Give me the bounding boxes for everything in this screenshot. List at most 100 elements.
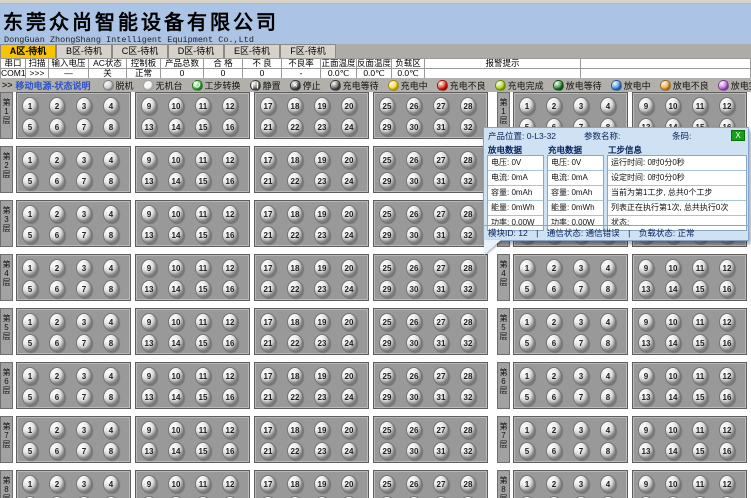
battery-cell[interactable]: 2: [49, 97, 65, 115]
battery-cell[interactable]: 16: [719, 280, 735, 298]
battery-cell[interactable]: 6: [49, 118, 65, 136]
battery-cell[interactable]: 10: [168, 367, 184, 385]
battery-cell[interactable]: 1: [22, 421, 38, 439]
battery-cell[interactable]: 8: [600, 280, 616, 298]
battery-cell[interactable]: 9: [141, 313, 157, 331]
battery-cell[interactable]: 16: [222, 388, 238, 406]
battery-cell[interactable]: 4: [103, 259, 119, 277]
battery-cell[interactable]: 7: [76, 172, 92, 190]
battery-cell[interactable]: 22: [287, 334, 303, 352]
battery-cell[interactable]: 10: [168, 205, 184, 223]
battery-cell[interactable]: 3: [76, 313, 92, 331]
battery-cell[interactable]: 22: [287, 442, 303, 460]
battery-cell[interactable]: 26: [406, 367, 422, 385]
battery-cell[interactable]: 28: [460, 421, 476, 439]
battery-cell[interactable]: 28: [460, 151, 476, 169]
battery-cell[interactable]: 3: [573, 259, 589, 277]
battery-cell[interactable]: 24: [341, 334, 357, 352]
battery-cell[interactable]: 11: [195, 475, 211, 493]
battery-cell[interactable]: 17: [260, 367, 276, 385]
battery-cell[interactable]: 24: [341, 226, 357, 244]
battery-cell[interactable]: 12: [222, 97, 238, 115]
battery-cell[interactable]: 10: [665, 259, 681, 277]
battery-cell[interactable]: 15: [692, 334, 708, 352]
battery-cell[interactable]: 21: [260, 388, 276, 406]
battery-cell[interactable]: 30: [406, 442, 422, 460]
battery-cell[interactable]: 28: [460, 97, 476, 115]
battery-cell[interactable]: 24: [341, 172, 357, 190]
battery-cell[interactable]: 28: [460, 259, 476, 277]
battery-cell[interactable]: 7: [76, 334, 92, 352]
battery-cell[interactable]: 21: [260, 226, 276, 244]
battery-cell[interactable]: 10: [168, 313, 184, 331]
battery-cell[interactable]: 7: [573, 388, 589, 406]
battery-cell[interactable]: 2: [546, 421, 562, 439]
battery-cell[interactable]: 20: [341, 151, 357, 169]
battery-cell[interactable]: 18: [287, 313, 303, 331]
battery-cell[interactable]: 21: [260, 442, 276, 460]
battery-cell[interactable]: 12: [719, 421, 735, 439]
battery-cell[interactable]: 6: [546, 280, 562, 298]
battery-cell[interactable]: 6: [546, 388, 562, 406]
battery-cell[interactable]: 24: [341, 118, 357, 136]
battery-cell[interactable]: 10: [168, 151, 184, 169]
battery-cell[interactable]: 4: [103, 421, 119, 439]
battery-cell[interactable]: 4: [103, 205, 119, 223]
battery-cell[interactable]: 16: [719, 334, 735, 352]
battery-cell[interactable]: 15: [195, 118, 211, 136]
battery-cell[interactable]: 9: [141, 97, 157, 115]
battery-cell[interactable]: 15: [692, 442, 708, 460]
battery-cell[interactable]: 22: [287, 118, 303, 136]
battery-cell[interactable]: 8: [600, 334, 616, 352]
battery-cell[interactable]: 23: [314, 118, 330, 136]
battery-cell[interactable]: 4: [600, 259, 616, 277]
battery-cell[interactable]: 17: [260, 151, 276, 169]
battery-cell[interactable]: 5: [519, 388, 535, 406]
battery-cell[interactable]: 1: [22, 475, 38, 493]
battery-cell[interactable]: 11: [692, 259, 708, 277]
battery-cell[interactable]: 10: [168, 259, 184, 277]
battery-cell[interactable]: 21: [260, 172, 276, 190]
battery-cell[interactable]: 6: [49, 442, 65, 460]
battery-cell[interactable]: 3: [76, 367, 92, 385]
battery-cell[interactable]: 31: [433, 442, 449, 460]
battery-cell[interactable]: 26: [406, 205, 422, 223]
battery-cell[interactable]: 10: [665, 97, 681, 115]
battery-cell[interactable]: 4: [103, 151, 119, 169]
battery-cell[interactable]: 9: [141, 475, 157, 493]
battery-cell[interactable]: 30: [406, 226, 422, 244]
battery-cell[interactable]: 11: [195, 259, 211, 277]
battery-cell[interactable]: 25: [379, 259, 395, 277]
tab-zone-4[interactable]: E区-待机: [224, 44, 280, 58]
battery-cell[interactable]: 15: [195, 226, 211, 244]
battery-cell[interactable]: 21: [260, 118, 276, 136]
battery-cell[interactable]: 1: [22, 205, 38, 223]
battery-cell[interactable]: 28: [460, 205, 476, 223]
battery-cell[interactable]: 29: [379, 334, 395, 352]
battery-cell[interactable]: 28: [460, 367, 476, 385]
battery-cell[interactable]: 15: [195, 172, 211, 190]
battery-cell[interactable]: 1: [22, 313, 38, 331]
battery-cell[interactable]: 13: [638, 280, 654, 298]
battery-cell[interactable]: 9: [638, 97, 654, 115]
battery-cell[interactable]: 9: [638, 313, 654, 331]
battery-cell[interactable]: 8: [103, 280, 119, 298]
battery-cell[interactable]: 25: [379, 421, 395, 439]
battery-cell[interactable]: 2: [546, 259, 562, 277]
battery-cell[interactable]: 12: [719, 313, 735, 331]
battery-cell[interactable]: 12: [222, 205, 238, 223]
battery-cell[interactable]: 11: [692, 97, 708, 115]
battery-cell[interactable]: 11: [195, 151, 211, 169]
battery-cell[interactable]: 13: [638, 334, 654, 352]
battery-cell[interactable]: 23: [314, 172, 330, 190]
battery-cell[interactable]: 32: [460, 172, 476, 190]
battery-cell[interactable]: 18: [287, 367, 303, 385]
battery-cell[interactable]: 2: [49, 421, 65, 439]
battery-cell[interactable]: 12: [719, 97, 735, 115]
battery-cell[interactable]: 9: [141, 421, 157, 439]
battery-cell[interactable]: 2: [49, 475, 65, 493]
battery-cell[interactable]: 8: [103, 388, 119, 406]
battery-cell[interactable]: 27: [433, 97, 449, 115]
battery-cell[interactable]: 11: [195, 205, 211, 223]
battery-cell[interactable]: 32: [460, 226, 476, 244]
